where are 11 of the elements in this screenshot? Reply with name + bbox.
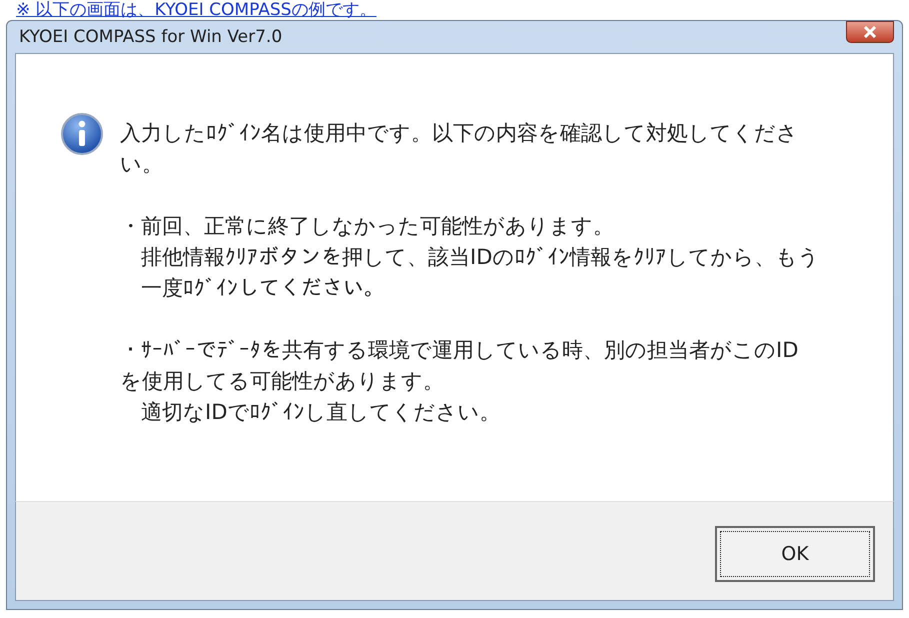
caption-link[interactable]: ※ 以下の画面は、KYOEI COMPASSの例です。: [0, 0, 909, 20]
info-icon: [60, 112, 104, 156]
window-title: KYOEI COMPASS for Win Ver7.0: [18, 27, 282, 47]
close-icon: [863, 26, 877, 38]
message-text: ・前回、正常に終了しなかった可能性があります。: [120, 213, 615, 240]
ok-button[interactable]: OK: [715, 526, 875, 582]
message-text: 入力したﾛｸﾞｲﾝ名は使用中です。以下の内容を確認して対処してください。: [120, 120, 799, 178]
close-button[interactable]: [846, 21, 894, 43]
message-text: ・ｻｰﾊﾞｰでﾃﾞｰﾀを共有する環境で運用している時、別の担当者がこのIDを使用してる可能性があります。: [120, 337, 800, 395]
message-text: 適切なIDでﾛｸﾞｲﾝし直してください。: [140, 399, 502, 426]
message-text: 排他情報ｸﾘｱボタンを押して、該当IDのﾛｸﾞｲﾝ情報をｸﾘｱしてから、もう一度ﾛｸﾞｲﾝしてください。: [140, 244, 820, 302]
